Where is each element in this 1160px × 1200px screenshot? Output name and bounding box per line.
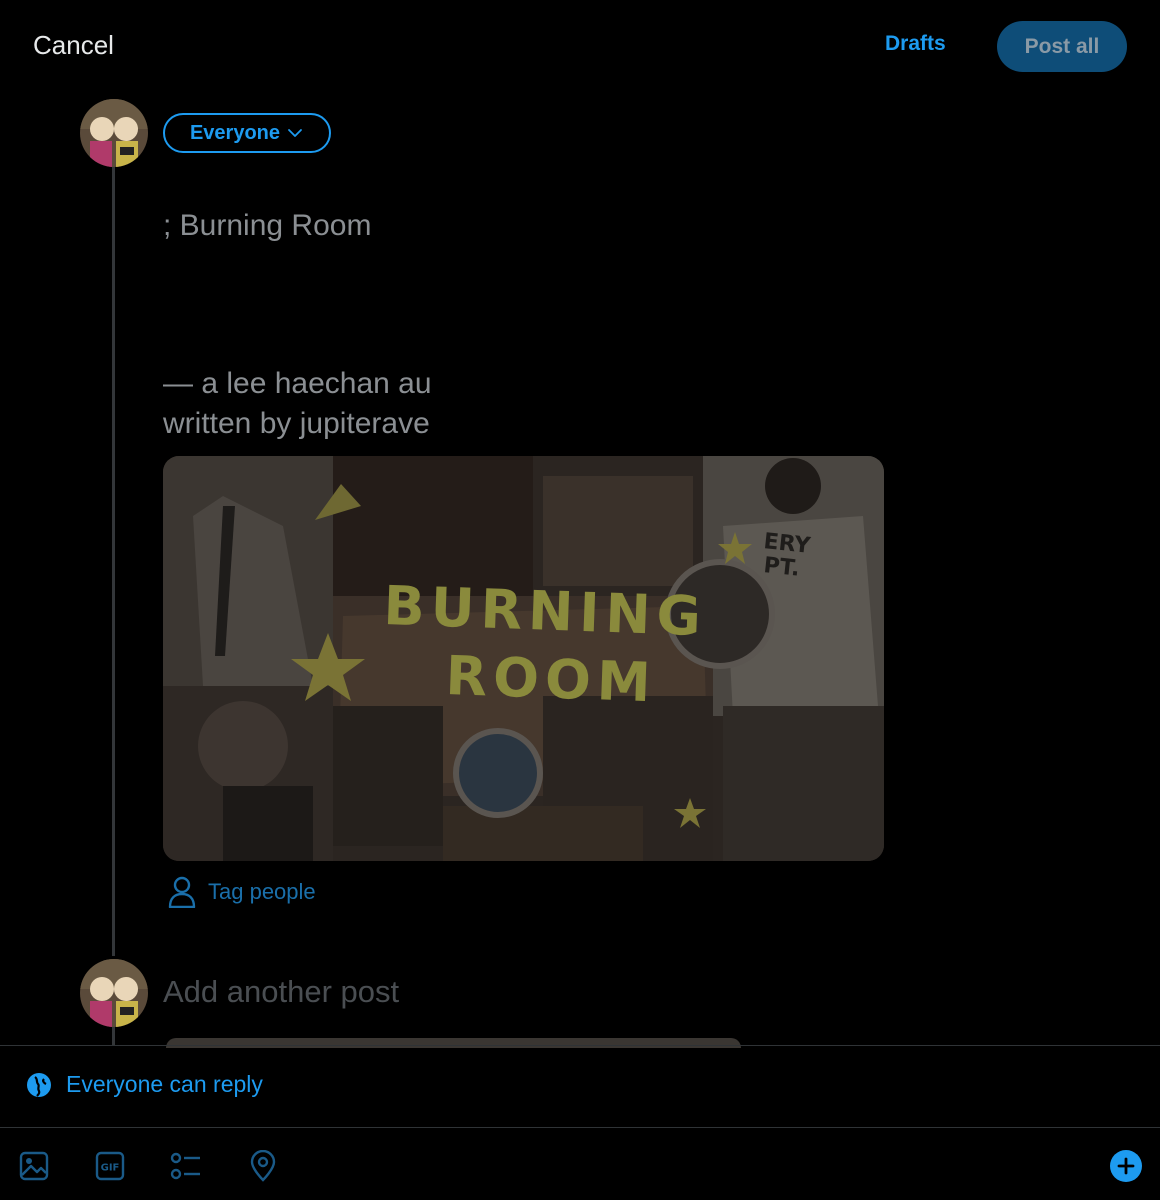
drafts-button[interactable]: Drafts xyxy=(885,32,946,56)
tag-people-label: Tag people xyxy=(208,879,316,904)
image-icon[interactable] xyxy=(18,1150,50,1182)
globe-icon xyxy=(27,1072,51,1097)
cancel-button[interactable]: Cancel xyxy=(33,30,114,61)
chevron-down-icon xyxy=(288,129,302,137)
attached-image[interactable]: BURNING ROOM ERY PT. xyxy=(163,456,884,861)
location-icon[interactable] xyxy=(247,1150,279,1182)
add-thread-button[interactable] xyxy=(1110,1150,1142,1182)
tag-people-button[interactable]: Tag people xyxy=(168,876,316,908)
svg-text:ROOM: ROOM xyxy=(445,644,658,714)
audience-selector[interactable]: Everyone xyxy=(163,113,331,153)
svg-text:BURNING: BURNING xyxy=(383,574,708,648)
post-title-text[interactable]: ; Burning Room xyxy=(163,206,371,246)
thread-connector-line xyxy=(112,1026,115,1046)
plus-icon xyxy=(1117,1157,1135,1175)
post-all-button[interactable]: Post all xyxy=(997,21,1127,72)
poll-icon[interactable] xyxy=(170,1150,202,1182)
reply-setting-button[interactable]: Everyone can reply xyxy=(26,1071,263,1098)
gif-icon[interactable]: GIF xyxy=(94,1150,126,1182)
reply-setting-label: Everyone can reply xyxy=(66,1071,263,1097)
svg-text:GIF: GIF xyxy=(101,1163,120,1174)
avatar[interactable] xyxy=(80,99,148,167)
next-post-media-preview xyxy=(166,1038,741,1048)
svg-text:PT.: PT. xyxy=(762,553,801,582)
add-another-post-input[interactable]: Add another post xyxy=(163,974,399,1010)
audience-label: Everyone xyxy=(189,121,281,144)
avatar[interactable] xyxy=(80,959,148,1027)
top-bar: Cancel Drafts Post all xyxy=(0,0,1160,92)
thread-connector-line xyxy=(112,166,115,956)
divider xyxy=(0,1127,1160,1128)
person-icon xyxy=(168,876,196,908)
divider xyxy=(0,1045,1160,1046)
post-body-text[interactable]: — a lee haechan au written by jupiterave xyxy=(163,364,432,444)
